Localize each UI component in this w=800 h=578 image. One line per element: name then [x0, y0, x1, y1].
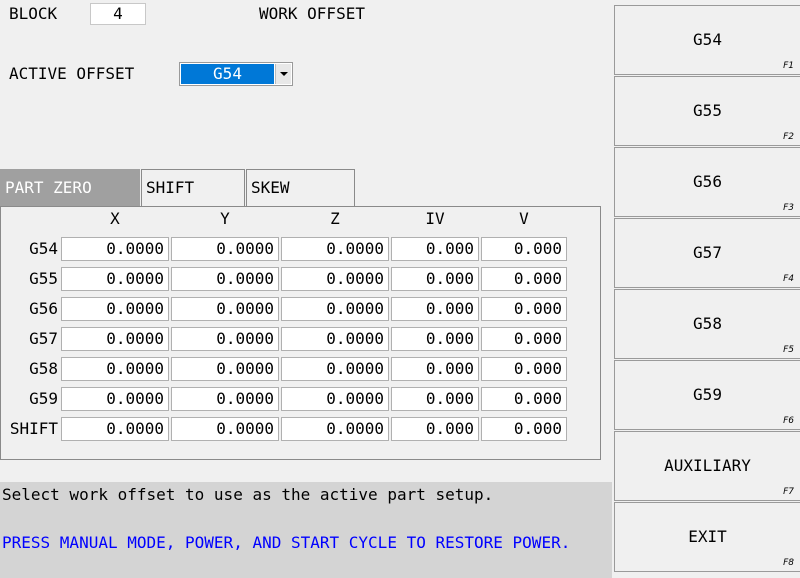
tab-skew[interactable]: SKEW	[246, 169, 355, 207]
function-key-hint: F6	[783, 416, 794, 426]
offset-cell-iv[interactable]: 0.000	[391, 327, 479, 351]
offset-cell-y[interactable]: 0.0000	[171, 267, 279, 291]
offset-cell-iv[interactable]: 0.000	[391, 357, 479, 381]
offset-cell-v[interactable]: 0.000	[481, 417, 567, 441]
softkey-label: G57	[693, 243, 722, 262]
offset-cell-iv[interactable]: 0.000	[391, 297, 479, 321]
tab-part-zero[interactable]: PART ZERO	[0, 169, 140, 207]
column-header-iv: IV	[425, 209, 445, 228]
offset-cell-y[interactable]: 0.0000	[171, 327, 279, 351]
offset-cell-z[interactable]: 0.0000	[281, 237, 389, 261]
offset-cell-x[interactable]: 0.0000	[61, 297, 169, 321]
offset-cell-z[interactable]: 0.0000	[281, 327, 389, 351]
page-title: WORK OFFSET	[259, 4, 365, 23]
offset-cell-y[interactable]: 0.0000	[171, 417, 279, 441]
block-number-field[interactable]: 4	[90, 3, 146, 25]
offset-cell-y[interactable]: 0.0000	[171, 387, 279, 411]
row-label: G59	[29, 389, 58, 408]
row-label: G55	[29, 269, 58, 288]
offset-cell-z[interactable]: 0.0000	[281, 357, 389, 381]
softkey-label: G56	[693, 172, 722, 191]
offset-cell-x[interactable]: 0.0000	[61, 267, 169, 291]
chevron-down-icon[interactable]	[275, 64, 291, 84]
offset-cell-z[interactable]: 0.0000	[281, 297, 389, 321]
help-message: Select work offset to use as the active …	[2, 485, 494, 504]
softkey-label: G59	[693, 385, 722, 404]
softkey-label: AUXILIARY	[664, 456, 751, 475]
offset-cell-y[interactable]: 0.0000	[171, 297, 279, 321]
offset-cell-iv[interactable]: 0.000	[391, 237, 479, 261]
softkey-g59-button[interactable]: G59 F6	[614, 360, 800, 430]
function-key-hint: F7	[783, 487, 794, 497]
softkey-g57-button[interactable]: G57 F4	[614, 218, 800, 288]
block-label: BLOCK	[9, 4, 58, 23]
active-offset-value: G54	[181, 64, 274, 84]
offset-cell-y[interactable]: 0.0000	[171, 357, 279, 381]
row-label: SHIFT	[9, 419, 58, 438]
softkey-g58-button[interactable]: G58 F5	[614, 289, 800, 359]
offset-cell-z[interactable]: 0.0000	[281, 267, 389, 291]
active-offset-dropdown[interactable]: G54	[179, 62, 293, 86]
offset-cell-v[interactable]: 0.000	[481, 237, 567, 261]
offset-cell-v[interactable]: 0.000	[481, 357, 567, 381]
function-key-hint: F2	[783, 132, 794, 142]
active-offset-label: ACTIVE OFFSET	[9, 64, 135, 83]
softkey-label: EXIT	[688, 527, 727, 546]
column-header-y: Y	[220, 209, 230, 228]
softkey-g56-button[interactable]: G56 F3	[614, 147, 800, 217]
offset-cell-iv[interactable]: 0.000	[391, 417, 479, 441]
offset-cell-v[interactable]: 0.000	[481, 327, 567, 351]
offset-cell-v[interactable]: 0.000	[481, 297, 567, 321]
function-key-hint: F5	[783, 345, 794, 355]
offset-cell-x[interactable]: 0.0000	[61, 387, 169, 411]
offset-cell-v[interactable]: 0.000	[481, 387, 567, 411]
softkey-exit-button[interactable]: EXIT F8	[614, 502, 800, 572]
offset-cell-iv[interactable]: 0.000	[391, 267, 479, 291]
offset-cell-x[interactable]: 0.0000	[61, 417, 169, 441]
column-header-x: X	[110, 209, 120, 228]
offset-cell-z[interactable]: 0.0000	[281, 387, 389, 411]
row-label: G54	[29, 239, 58, 258]
softkey-label: G54	[693, 30, 722, 49]
column-header-z: Z	[330, 209, 340, 228]
row-label: G57	[29, 329, 58, 348]
offset-cell-x[interactable]: 0.0000	[61, 357, 169, 381]
offset-cell-x[interactable]: 0.0000	[61, 237, 169, 261]
offset-cell-iv[interactable]: 0.000	[391, 387, 479, 411]
softkey-auxiliary-button[interactable]: AUXILIARY F7	[614, 431, 800, 501]
row-label: G58	[29, 359, 58, 378]
function-key-hint: F1	[783, 61, 794, 71]
softkey-g54-button[interactable]: G54 F1	[614, 5, 800, 75]
offset-cell-z[interactable]: 0.0000	[281, 417, 389, 441]
row-label: G56	[29, 299, 58, 318]
offset-cell-v[interactable]: 0.000	[481, 267, 567, 291]
softkey-label: G58	[693, 314, 722, 333]
power-warning-message: PRESS MANUAL MODE, POWER, AND START CYCL…	[2, 533, 571, 552]
function-key-hint: F4	[783, 274, 794, 284]
softkey-label: G55	[693, 101, 722, 120]
tab-shift[interactable]: SHIFT	[141, 169, 245, 207]
softkey-g55-button[interactable]: G55 F2	[614, 76, 800, 146]
function-key-hint: F3	[783, 203, 794, 213]
function-key-hint: F8	[783, 558, 794, 568]
offset-cell-y[interactable]: 0.0000	[171, 237, 279, 261]
offset-cell-x[interactable]: 0.0000	[61, 327, 169, 351]
column-header-v: V	[519, 209, 529, 228]
